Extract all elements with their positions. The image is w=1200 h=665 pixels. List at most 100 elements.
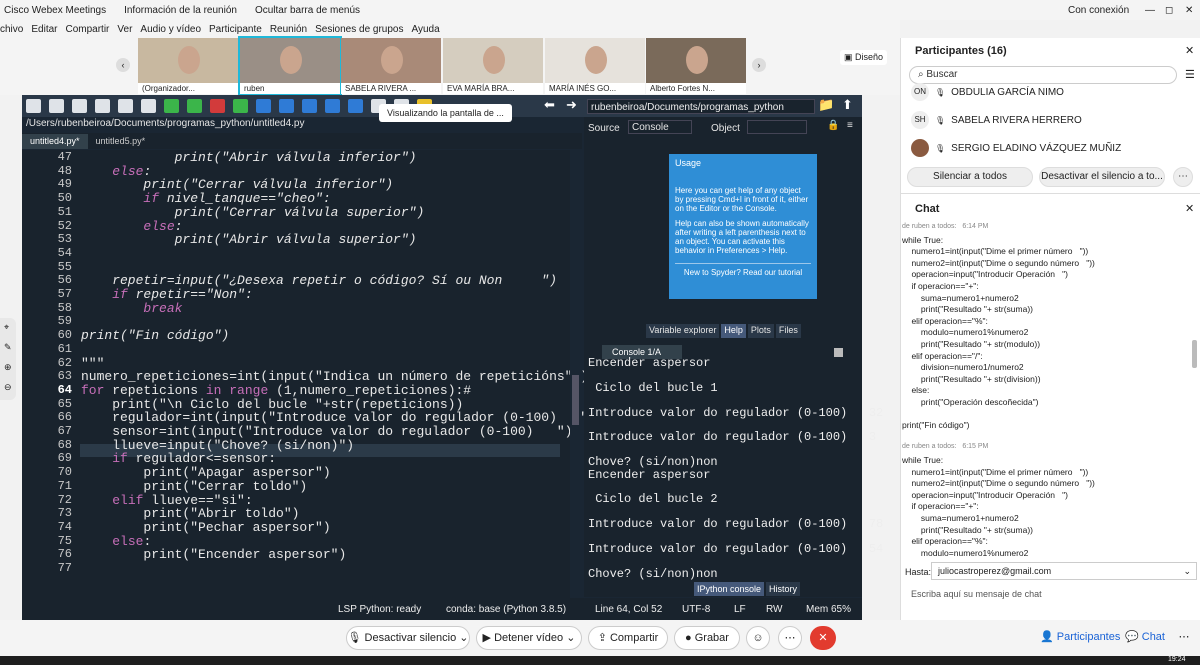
ipython-console[interactable]: Encender aspersor Ciclo del bucle 1 Intro…: [584, 356, 883, 592]
new-file-icon[interactable]: [26, 99, 41, 113]
step-icon[interactable]: [279, 99, 294, 113]
chat-line: de ruben a todos: 6:15 PM: [902, 443, 989, 451]
chat-panel-button[interactable]: 💬 Chat: [1122, 626, 1168, 650]
menu-item[interactable]: chivo: [0, 24, 23, 35]
forward-arrow-icon[interactable]: ➜: [566, 97, 577, 113]
help-pane-tab[interactable]: Plots: [747, 324, 774, 338]
help-pane-tab[interactable]: Help: [721, 324, 746, 338]
mute-all-button[interactable]: Silenciar a todos: [907, 167, 1033, 187]
save-icon[interactable]: [72, 99, 87, 113]
back-arrow-icon[interactable]: ⬅: [544, 97, 555, 113]
memory-status: Mem 65%: [806, 604, 852, 615]
participant-video[interactable]: Alberto Fortes N...: [646, 38, 746, 94]
help-footer[interactable]: New to Spyder? Read our tutorial: [675, 263, 811, 277]
menu-item[interactable]: Compartir: [65, 24, 109, 35]
path-box[interactable]: rubenbeiroa/Documents/programas_python: [587, 99, 815, 114]
run-selection-icon[interactable]: [233, 99, 248, 113]
participant-video[interactable]: ruben: [238, 36, 342, 96]
unmute-all-button[interactable]: Desactivar el silencio a to...: [1039, 167, 1165, 187]
options-icon[interactable]: ≡: [847, 120, 853, 131]
participant-video[interactable]: (Organizador...: [138, 38, 238, 94]
browse-folder-icon[interactable]: 📁: [818, 97, 834, 113]
participant-video[interactable]: SABELA RIVERA ...: [341, 38, 441, 94]
record-button[interactable]: ● Grabar: [674, 626, 740, 650]
run-cell-advance-icon[interactable]: [210, 99, 225, 113]
at-icon[interactable]: [141, 99, 156, 113]
menu-item[interactable]: Ver: [117, 24, 132, 35]
menu-item[interactable]: Reunión: [270, 24, 307, 35]
avatar: [911, 139, 929, 157]
tab-file[interactable]: untitled4.py*: [22, 134, 88, 149]
console-pane-tab[interactable]: History: [766, 582, 801, 596]
line-number: 54: [57, 245, 72, 260]
meeting-info-link[interactable]: Información de la reunión: [124, 5, 237, 16]
participants-panel-button[interactable]: 👤 Participantes: [1040, 626, 1120, 650]
menu-item[interactable]: Ayuda: [412, 24, 440, 35]
menu-item[interactable]: Participante: [209, 24, 262, 35]
open-file-icon[interactable]: [49, 99, 64, 113]
more-options-icon[interactable]: ⋯: [1173, 167, 1193, 187]
console-pane-tab[interactable]: IPython console: [694, 582, 765, 596]
participant-row[interactable]: ON 🎙 OBDULIA GARCÍA NIMO: [911, 82, 1064, 102]
annotate-icon[interactable]: ✎: [4, 342, 12, 353]
close-participants-icon[interactable]: ✕: [1185, 44, 1194, 57]
participant-row[interactable]: SH 🎙 SABELA RIVERA HERRERO: [911, 110, 1082, 130]
parent-dir-icon[interactable]: ⬆: [842, 97, 853, 113]
participant-name: MARÍA INÉS GO...: [545, 83, 645, 94]
help-pane-tab[interactable]: Files: [775, 324, 801, 338]
chat-input[interactable]: Escriba aquí su mensaje de chat: [911, 589, 1042, 599]
more-panels-icon[interactable]: ⋯: [1174, 626, 1194, 650]
chat-line: operacion=input("Introducir Operación "): [902, 269, 1068, 280]
line-number: 49: [57, 177, 72, 192]
menu-item[interactable]: Sesiones de grupos: [315, 24, 403, 35]
participant-row[interactable]: 🎙 SERGIO ELADINO VÁZQUEZ MUÑIZ: [911, 138, 1121, 158]
menu-item[interactable]: Editar: [31, 24, 57, 35]
source-select[interactable]: Console: [628, 120, 692, 134]
help-body-2: Help can also be shown automatically aft…: [675, 219, 809, 255]
stop-video-button[interactable]: ▶ Detener vídeo ⌄: [476, 626, 582, 650]
menu-item[interactable]: Audio y vídeo: [140, 24, 201, 35]
share-button[interactable]: ⇪ Compartir: [588, 626, 668, 650]
step-into-icon[interactable]: [302, 99, 317, 113]
minimize-icon[interactable]: —: [1145, 5, 1155, 16]
rw-mode: RW: [766, 604, 783, 615]
reactions-icon[interactable]: ☺: [746, 626, 770, 650]
stop-icon[interactable]: [834, 348, 843, 357]
debug-icon[interactable]: [256, 99, 271, 113]
editor-scrollbar[interactable]: [570, 150, 582, 598]
more-icon[interactable]: ⋯: [778, 626, 802, 650]
zoom-out-icon[interactable]: ⊖: [4, 382, 12, 393]
object-input[interactable]: [747, 120, 807, 134]
zoom-in-icon[interactable]: ⊕: [4, 362, 12, 373]
close-icon[interactable]: ✕: [1185, 5, 1193, 16]
participant-video[interactable]: EVA MARÍA BRA...: [443, 38, 543, 94]
hide-menu-link[interactable]: Ocultar barra de menús: [255, 5, 360, 16]
save-all-icon[interactable]: [95, 99, 110, 113]
chat-scrollbar[interactable]: [1192, 340, 1197, 368]
line-number: 65: [57, 396, 72, 411]
cursor-position: Line 64, Col 52: [595, 604, 663, 615]
step-out-icon[interactable]: [325, 99, 340, 113]
run-cell-icon[interactable]: [187, 99, 202, 113]
sort-icon[interactable]: ☰: [1185, 68, 1195, 81]
lock-icon[interactable]: 🔒: [827, 120, 839, 131]
close-chat-icon[interactable]: ✕: [1185, 202, 1194, 215]
participant-name: ruben: [240, 83, 340, 94]
participant-video[interactable]: MARÍA INÉS GO...: [545, 38, 645, 94]
pointer-icon[interactable]: ⌖: [4, 322, 9, 333]
layout-button[interactable]: ▣ Diseño: [840, 50, 888, 65]
chat-recipient-select[interactable]: juliocastroperez@gmail.com ⌄: [931, 562, 1197, 580]
next-arrow-icon[interactable]: ›: [752, 58, 766, 72]
code-line: print("Encender aspersor"): [81, 547, 347, 563]
tab-file[interactable]: untitled5.py*: [88, 134, 154, 149]
mute-button[interactable]: 🎙 Desactivar silencio ⌄: [346, 626, 470, 650]
leave-meeting-button[interactable]: ✕: [810, 626, 836, 650]
prev-arrow-icon[interactable]: ‹: [116, 58, 130, 72]
editor-tabs: untitled4.py* untitled5.py*: [22, 133, 582, 149]
maximize-icon[interactable]: ◻: [1165, 5, 1173, 16]
help-pane-tab[interactable]: Variable explorer: [646, 324, 720, 338]
list-icon[interactable]: [118, 99, 133, 113]
code-editor[interactable]: 47 print("Abrir válvula inferior") 48 els…: [22, 150, 604, 598]
run-icon[interactable]: [164, 99, 179, 113]
stop-debug-icon[interactable]: [348, 99, 363, 113]
